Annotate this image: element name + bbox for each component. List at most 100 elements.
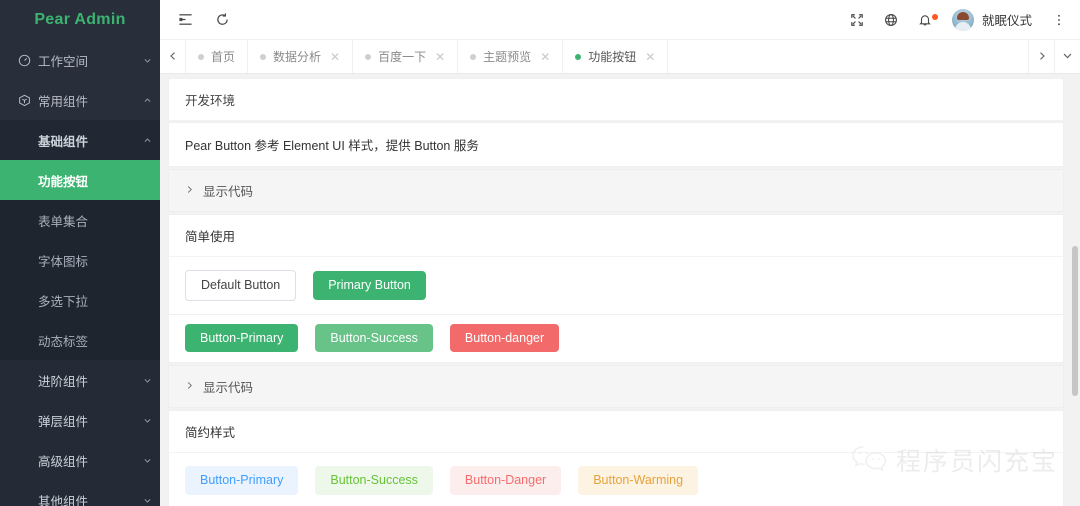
show-code-label: 显示代码 (203, 185, 254, 199)
chevron-down-icon (1062, 48, 1073, 66)
chevron-right-icon (1037, 48, 1047, 66)
sidebar-item-function-button[interactable]: 功能按钮 (0, 160, 160, 200)
tab-status-dot (198, 53, 204, 60)
tab-scroll-right-button[interactable] (1028, 40, 1054, 73)
sidebar-item-font-icon[interactable]: 字体图标 (0, 240, 160, 280)
content-area: 开发环境 Pear Button 参考 Element UI 样式，提供 But… (160, 74, 1080, 506)
globe-icon[interactable] (884, 13, 898, 27)
sidebar-item-label: 动态标签 (38, 334, 89, 349)
cube-icon (10, 94, 38, 107)
top-bar: 就眠仪式 (160, 0, 1080, 40)
sidebar-item-label: 进阶组件 (38, 374, 89, 389)
tab-status-dot (470, 53, 477, 60)
sidebar-item-label: 表单集合 (38, 214, 89, 229)
chevron-down-icon (134, 376, 160, 385)
tab-label: 首页 (211, 50, 236, 64)
show-code-toggle-1[interactable]: 显示代码 (168, 169, 1064, 212)
tab-home[interactable]: 首页 (186, 40, 249, 73)
top-bar-left (160, 12, 230, 27)
sidebar-item-other-components[interactable]: 其他组件 (0, 480, 160, 506)
show-code-label: 显示代码 (203, 381, 254, 395)
tab-scroll-left-button[interactable] (160, 40, 186, 73)
bell-icon[interactable] (918, 13, 938, 27)
close-icon[interactable]: ✕ (435, 50, 445, 64)
plain-button-warming[interactable]: Button-Warming (578, 466, 699, 495)
sidebar-item-advanced-components[interactable]: 进阶组件 (0, 360, 160, 400)
menu-collapse-icon[interactable] (178, 12, 193, 27)
tab-label: 数据分析 (273, 50, 322, 64)
fullscreen-icon[interactable] (850, 13, 864, 27)
button-primary[interactable]: Button-Primary (185, 323, 299, 352)
chevron-down-icon (134, 416, 160, 425)
tab-status-dot (260, 53, 267, 60)
dashboard-icon (10, 54, 38, 67)
chevron-up-icon (134, 96, 160, 105)
sidebar-item-multi-select[interactable]: 多选下拉 (0, 280, 160, 320)
button-row-simple-1: Default Button Primary Button (168, 257, 1064, 315)
tab-label: 功能按钮 (588, 50, 637, 64)
component-description: Pear Button 参考 Element UI 样式，提供 Button 服… (168, 122, 1064, 167)
tab-status-dot (365, 53, 372, 60)
sidebar-item-label: 高级组件 (38, 454, 89, 469)
sidebar-item-common-components[interactable]: 常用组件 (0, 80, 160, 120)
content-scroller: 开发环境 Pear Button 参考 Element UI 样式，提供 But… (160, 78, 1080, 506)
app-root: Pear Admin 工作空间 常用组件 基础组件 功能按钮 表单集合 字体图标… (0, 0, 1080, 506)
chevron-down-icon (134, 456, 160, 465)
close-icon[interactable]: ✕ (645, 50, 655, 64)
button-row-plain: Button-Primary Button-Success Button-Dan… (168, 453, 1064, 506)
sidebar-item-basic-components[interactable]: 基础组件 (0, 120, 160, 160)
tab-theme-preview[interactable]: 主题预览 ✕ (458, 40, 564, 73)
top-bar-right: 就眠仪式 (850, 8, 1080, 31)
close-icon[interactable]: ✕ (540, 50, 550, 64)
primary-button[interactable]: Primary Button (313, 271, 426, 300)
brand-logo: Pear Admin (34, 11, 126, 28)
show-code-toggle-2[interactable]: 显示代码 (168, 365, 1064, 408)
tab-label: 主题预览 (483, 50, 532, 64)
avatar (951, 8, 974, 31)
button-danger[interactable]: Button-danger (449, 323, 560, 352)
chevron-right-icon (185, 381, 194, 393)
sidebar-item-dynamic-tag[interactable]: 动态标签 (0, 320, 160, 360)
tab-bar: 首页 数据分析 ✕ 百度一下 ✕ 主题预览 ✕ 功能按钮 ✕ (160, 40, 1080, 74)
close-icon[interactable]: ✕ (330, 50, 340, 64)
chevron-up-icon (134, 136, 160, 145)
sidebar-item-label: 基础组件 (38, 134, 89, 149)
tabs-scroll-container: 首页 数据分析 ✕ 百度一下 ✕ 主题预览 ✕ 功能按钮 ✕ (186, 40, 1028, 73)
button-row-simple-2: Button-Primary Button-Success Button-dan… (168, 314, 1064, 363)
sidebar-item-popup-components[interactable]: 弹层组件 (0, 400, 160, 440)
plain-button-primary[interactable]: Button-Primary (185, 466, 299, 495)
tab-status-dot (575, 53, 582, 60)
sidebar-item-label: 其他组件 (38, 494, 89, 506)
section-title-plain-style: 简约样式 (168, 410, 1064, 453)
chevron-left-icon (168, 48, 178, 66)
sidebar-item-label: 常用组件 (38, 94, 89, 109)
default-button[interactable]: Default Button (185, 270, 297, 301)
sidebar-item-label: 工作空间 (38, 54, 89, 69)
tab-baidu-search[interactable]: 百度一下 ✕ (353, 40, 459, 73)
sidebar-item-senior-components[interactable]: 高级组件 (0, 440, 160, 480)
chevron-down-icon (134, 496, 160, 505)
sidebar-item-label: 字体图标 (38, 254, 89, 269)
section-title-simple-usage: 简单使用 (168, 214, 1064, 257)
tab-function-button[interactable]: 功能按钮 ✕ (563, 40, 669, 73)
refresh-icon[interactable] (215, 12, 230, 27)
sidebar: Pear Admin 工作空间 常用组件 基础组件 功能按钮 表单集合 字体图标… (0, 0, 160, 506)
chevron-down-icon (134, 56, 160, 65)
environment-banner: 开发环境 (168, 78, 1064, 120)
sidebar-item-label: 多选下拉 (38, 294, 89, 309)
sidebar-item-label: 功能按钮 (38, 174, 89, 189)
sidebar-item-workspace[interactable]: 工作空间 (0, 40, 160, 80)
sidebar-item-form-collection[interactable]: 表单集合 (0, 200, 160, 240)
tab-label: 百度一下 (378, 50, 427, 64)
user-name: 就眠仪式 (981, 14, 1032, 28)
plain-button-success[interactable]: Button-Success (315, 466, 433, 495)
main-region: 就眠仪式 首页 数据分析 ✕ 百度一下 ✕ 主题预览 ✕ 功能按钮 ✕ 开发环境… (160, 0, 1080, 506)
plain-button-danger[interactable]: Button-Danger (449, 466, 562, 495)
scrollbar-thumb[interactable] (1072, 246, 1078, 396)
tab-data-analysis[interactable]: 数据分析 ✕ (248, 40, 354, 73)
content-scrollbar[interactable] (1072, 152, 1078, 506)
user-menu[interactable]: 就眠仪式 (951, 8, 1032, 31)
tab-menu-dropdown-button[interactable] (1054, 40, 1080, 73)
more-vertical-icon[interactable] (1052, 13, 1066, 27)
button-success[interactable]: Button-Success (315, 323, 433, 352)
